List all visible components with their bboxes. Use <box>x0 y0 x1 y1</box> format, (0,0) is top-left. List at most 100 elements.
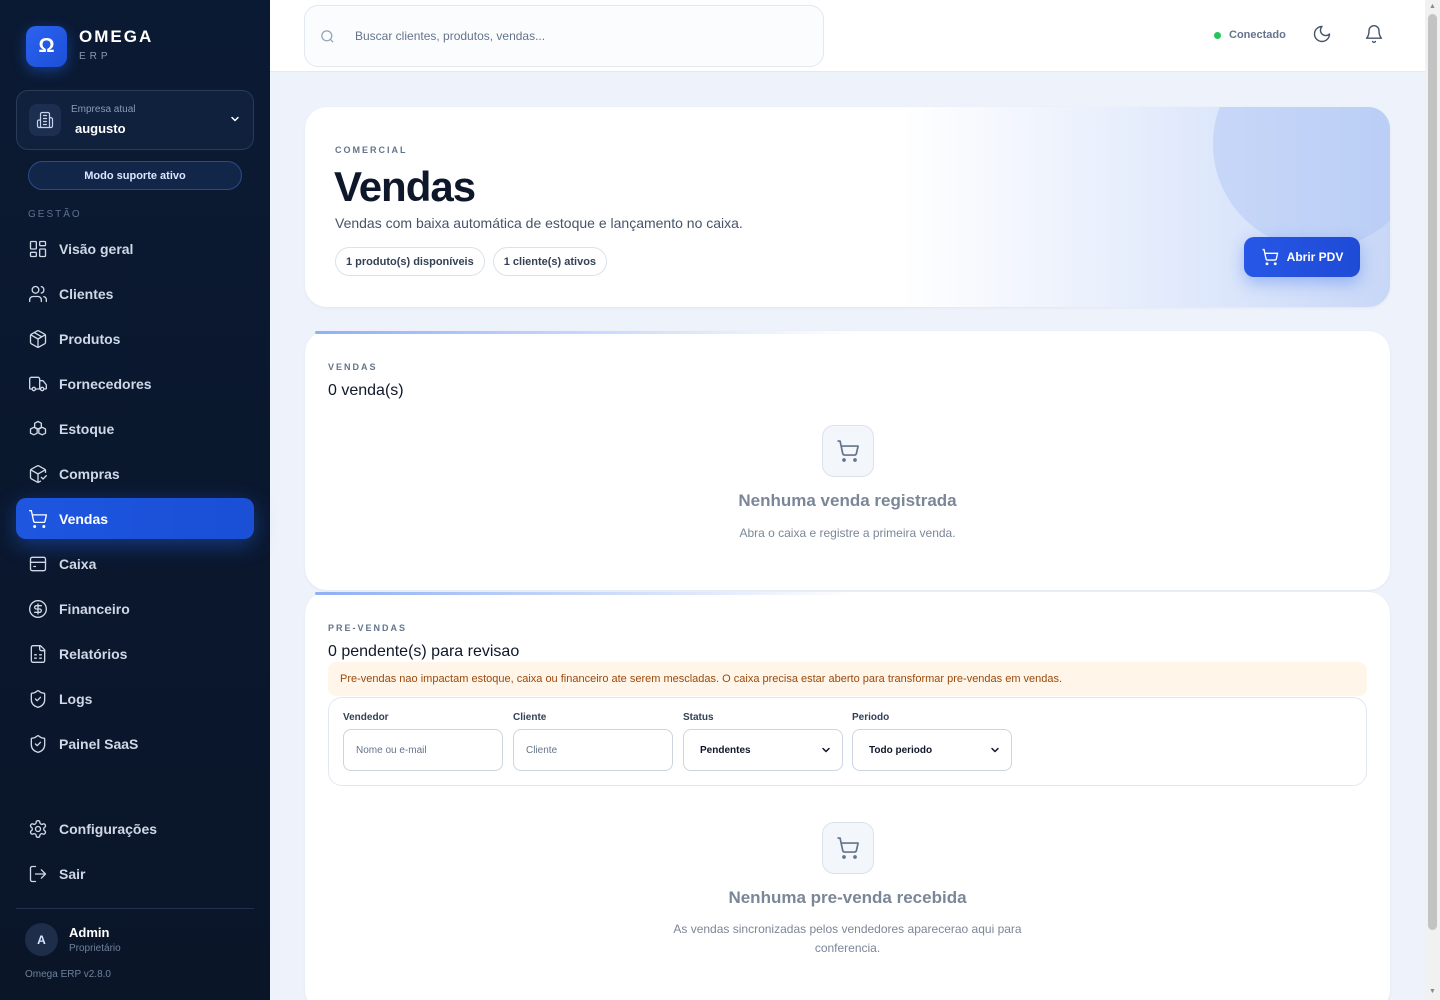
sidebar-item-label: Vendas <box>59 510 109 527</box>
search-box[interactable] <box>304 5 824 67</box>
scroll-up-icon[interactable]: ▲ <box>1428 3 1437 11</box>
chevron-down-icon <box>991 747 999 753</box>
filter-vendedor: Vendedor <box>343 712 503 771</box>
vendedor-label: Vendedor <box>343 712 389 723</box>
sidebar-item-label: Visão geral <box>59 240 134 257</box>
section-label-gestao: GESTÃO <box>28 209 82 220</box>
empty-sales-title: Nenhuma venda registrada <box>738 491 957 510</box>
sidebar-item-label: Compras <box>59 465 120 482</box>
building-icon <box>29 104 61 136</box>
periodo-select[interactable]: Todo periodo <box>852 729 1012 771</box>
report-icon <box>30 644 46 663</box>
sidebar-item-financeiro[interactable]: Financeiro <box>16 588 254 629</box>
company-selector[interactable]: Empresa atual augusto <box>16 90 254 150</box>
products-available-chip: 1 produto(s) disponíveis <box>335 247 485 276</box>
sidebar-item-logs[interactable]: Logs <box>16 678 254 719</box>
sidebar-item-painel-saas[interactable]: Painel SaaS <box>16 723 254 764</box>
sidebar-item-label: Sair <box>59 865 86 882</box>
sidebar-item-compras[interactable]: Compras <box>16 453 254 494</box>
shield-icon <box>30 689 46 708</box>
sidebar: Ω OMEGA ERP Empresa atual augusto Modo s… <box>0 0 270 1000</box>
brand[interactable]: Ω OMEGA ERP <box>26 26 153 67</box>
open-pdv-button[interactable]: Abrir PDV <box>1244 237 1360 277</box>
page-eyebrow: COMERCIAL <box>335 145 408 155</box>
cliente-label: Cliente <box>513 712 547 723</box>
chevron-down-icon <box>822 747 830 753</box>
sidebar-item-estoque[interactable]: Estoque <box>16 408 254 449</box>
theme-toggle-button[interactable] <box>1312 24 1334 46</box>
sales-eyebrow: VENDAS <box>328 362 378 372</box>
page-title: Vendas <box>334 163 476 210</box>
presales-count: 0 pendente(s) para revisao <box>328 643 520 660</box>
presales-eyebrow: PRE-VENDAS <box>328 623 408 633</box>
cart-icon <box>837 837 859 859</box>
dollar-circle-icon <box>29 599 47 618</box>
app-version: Omega ERP v2.8.0 <box>25 969 111 980</box>
sidebar-item-configuracoes[interactable]: Configurações <box>16 808 254 849</box>
omega-logo-icon: Ω <box>26 26 67 67</box>
support-mode-badge[interactable]: Modo suporte ativo <box>28 161 242 190</box>
presales-card: PRE-VENDAS 0 pendente(s) para revisao Pr… <box>305 592 1390 1000</box>
card-accent-line <box>315 331 855 334</box>
sidebar-item-label: Clientes <box>59 285 114 302</box>
sidebar-bottom-nav: Configurações Sair <box>16 808 254 898</box>
sidebar-item-relatorios[interactable]: Relatórios <box>16 633 254 674</box>
search-icon <box>321 29 334 43</box>
sidebar-item-clientes[interactable]: Clientes <box>16 273 254 314</box>
online-dot-icon <box>1214 31 1221 39</box>
moon-icon <box>1313 25 1331 43</box>
brand-name: OMEGA <box>79 27 154 46</box>
open-pdv-label: Abrir PDV <box>1286 250 1344 264</box>
vendedor-input[interactable] <box>343 729 503 771</box>
presales-filters: Vendedor Cliente Status Pendentes Period… <box>328 697 1367 786</box>
connection-status-label: Conectado <box>1229 29 1286 41</box>
truck-icon <box>29 376 47 391</box>
cash-register-icon <box>29 556 47 571</box>
active-clients-chip: 1 cliente(s) ativos <box>492 247 608 276</box>
page-description: Vendas com baixa automática de estoque e… <box>335 215 743 231</box>
sidebar-item-sair[interactable]: Sair <box>16 853 254 894</box>
boxes-icon <box>29 420 47 435</box>
package-check-icon <box>29 464 47 483</box>
status-label: Status <box>683 712 714 723</box>
cliente-input[interactable] <box>513 729 673 771</box>
cart-icon <box>29 509 48 528</box>
empty-presales-title: Nenhuma pre-venda recebida <box>728 888 967 907</box>
shield-check-icon <box>30 734 46 753</box>
card-accent-line <box>315 592 855 595</box>
brand-sub: ERP <box>79 51 112 62</box>
notifications-button[interactable] <box>1364 24 1386 46</box>
page-scrollbar-thumb[interactable] <box>1428 14 1437 930</box>
user-name: Admin <box>69 925 110 940</box>
sidebar-item-fornecedores[interactable]: Fornecedores <box>16 363 254 404</box>
users-icon <box>29 285 47 302</box>
hero-chips: 1 produto(s) disponíveis 1 cliente(s) at… <box>335 247 608 276</box>
sidebar-item-visao-geral[interactable]: Visão geral <box>16 228 254 269</box>
sidebar-item-label: Relatórios <box>59 645 128 662</box>
filter-cliente: Cliente <box>513 712 673 771</box>
periodo-select-value: Todo periodo <box>869 744 933 756</box>
sidebar-item-produtos[interactable]: Produtos <box>16 318 254 359</box>
bell-icon <box>1365 25 1383 44</box>
user-profile[interactable]: A Admin Proprietário <box>25 923 121 956</box>
sidebar-item-vendas[interactable]: Vendas <box>16 498 254 539</box>
filter-status: Status Pendentes <box>683 712 843 771</box>
sidebar-divider <box>16 908 254 909</box>
scroll-down-icon[interactable]: ▼ <box>1428 988 1437 996</box>
sidebar-item-label: Logs <box>59 690 93 707</box>
page-hero: COMERCIAL Vendas Vendas com baixa automá… <box>305 107 1390 307</box>
sidebar-item-label: Painel SaaS <box>59 735 139 752</box>
sales-count: 0 venda(s) <box>328 382 404 399</box>
cart-icon <box>837 440 859 462</box>
status-select[interactable]: Pendentes <box>683 729 843 771</box>
avatar: A <box>25 923 58 956</box>
chevron-down-icon <box>229 113 241 128</box>
connection-status: Conectado <box>1214 29 1286 41</box>
filter-periodo: Periodo Todo periodo <box>852 712 1012 771</box>
empty-sales-description: Abra o caixa e registre a primeira venda… <box>739 526 956 540</box>
sidebar-item-label: Financeiro <box>59 600 130 617</box>
search-input[interactable] <box>355 29 795 43</box>
company-name: augusto <box>75 121 126 136</box>
empty-presales-description: As vendas sincronizadas pelos vendedores… <box>673 922 1022 955</box>
sidebar-item-caixa[interactable]: Caixa <box>16 543 254 584</box>
